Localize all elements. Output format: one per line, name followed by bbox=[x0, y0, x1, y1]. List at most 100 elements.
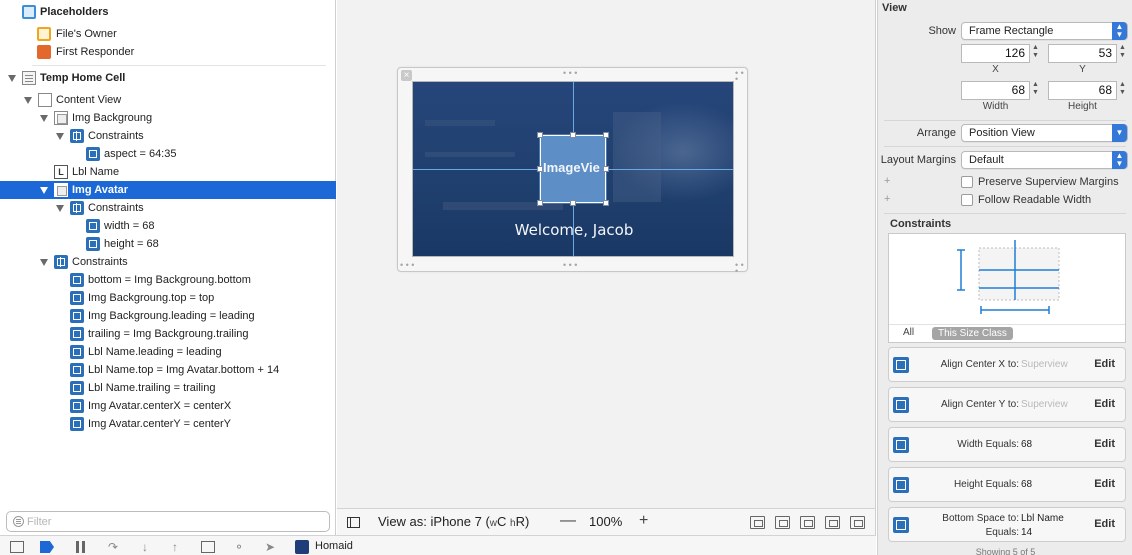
outline-label: Img Backgroung.leading = leading bbox=[88, 310, 255, 322]
add-variation-icon[interactable]: + bbox=[884, 175, 890, 187]
ib-canvas[interactable]: × • • • • • • • • • • • • • • • ImageVie bbox=[337, 0, 876, 508]
outline-content-view[interactable]: Content View bbox=[0, 91, 336, 109]
tab-this-size-class[interactable]: This Size Class bbox=[932, 327, 1013, 340]
zoom-in-button[interactable]: + bbox=[639, 512, 648, 530]
outline-filter[interactable] bbox=[6, 511, 330, 532]
outline-constraint[interactable]: Lbl Name.leading = leading bbox=[0, 343, 336, 361]
disclosure-triangle-icon[interactable] bbox=[56, 205, 64, 212]
follow-readable-width-checkbox[interactable] bbox=[961, 194, 973, 206]
disclosure-triangle-icon[interactable] bbox=[40, 187, 48, 194]
constraint-row-bottom-space[interactable]: Bottom Space to: Lbl Name Equals: 14 Edi… bbox=[888, 507, 1126, 542]
x-stepper[interactable]: ▲ ▼ bbox=[1031, 44, 1040, 63]
sidebar-toggle-icon[interactable] bbox=[347, 517, 360, 528]
view-as-device-button[interactable]: View as: iPhone 7 (wC hR) bbox=[378, 514, 529, 529]
img-backgroung[interactable]: ImageVie Welcome, Jacob bbox=[412, 81, 734, 257]
inspector-separator bbox=[884, 213, 1126, 214]
step-out-icon[interactable]: ↑ bbox=[168, 541, 182, 553]
edit-button[interactable]: Edit bbox=[1094, 398, 1115, 410]
resize-handle-icon[interactable]: • • • bbox=[735, 261, 747, 276]
outline-constraint[interactable]: Img Backgroung.leading = leading bbox=[0, 307, 336, 325]
disclosure-triangle-icon[interactable] bbox=[40, 115, 48, 122]
simulate-location-icon[interactable]: ➤ bbox=[263, 541, 277, 553]
outline-constraints-group[interactable]: Constraints bbox=[0, 199, 336, 217]
constraint-row-height[interactable]: Height Equals: 68 Edit bbox=[888, 467, 1126, 502]
edit-button[interactable]: Edit bbox=[1094, 478, 1115, 490]
resize-handle[interactable] bbox=[570, 132, 576, 138]
close-icon[interactable]: × bbox=[401, 70, 412, 81]
show-popup[interactable]: Frame Rectangle ▲ ▼ bbox=[961, 22, 1128, 40]
resize-handle[interactable] bbox=[537, 200, 543, 206]
outline-first-responder[interactable]: First Responder bbox=[0, 43, 336, 61]
outline-lbl-name[interactable]: L Lbl Name bbox=[0, 163, 336, 181]
height-field[interactable]: 68 bbox=[1048, 81, 1117, 100]
disclosure-triangle-icon[interactable] bbox=[40, 259, 48, 266]
resize-handle[interactable] bbox=[537, 132, 543, 138]
pause-icon[interactable] bbox=[74, 541, 88, 553]
step-into-icon[interactable]: ↓ bbox=[138, 541, 152, 553]
arrange-popup[interactable]: Position View ▼ bbox=[961, 124, 1128, 142]
resize-handle-icon[interactable]: • • • bbox=[563, 69, 577, 78]
outline-img-backgroung[interactable]: Img Backgroung bbox=[0, 109, 336, 127]
embed-in-stack-icon[interactable] bbox=[750, 516, 765, 529]
constraints-diagram[interactable]: All This Size Class bbox=[888, 233, 1126, 343]
resize-handle[interactable] bbox=[537, 166, 543, 172]
outline-constraint[interactable]: Img Avatar.centerY = centerY bbox=[0, 415, 336, 433]
cell-scene[interactable]: × • • • • • • • • • • • • • • • ImageVie bbox=[397, 67, 748, 276]
update-frames-icon[interactable] bbox=[775, 516, 790, 529]
constraint-row-center-x[interactable]: Align Center X to: Superview Edit bbox=[888, 347, 1126, 382]
add-variation-icon[interactable]: + bbox=[884, 193, 890, 205]
align-icon[interactable] bbox=[800, 516, 815, 529]
outline-constraint[interactable]: Img Backgroung.top = top bbox=[0, 289, 336, 307]
constraint-row-center-y[interactable]: Align Center Y to: Superview Edit bbox=[888, 387, 1126, 422]
disclosure-triangle-icon[interactable] bbox=[24, 97, 32, 104]
y-field[interactable]: 53 bbox=[1048, 44, 1117, 63]
outline-files-owner[interactable]: File's Owner bbox=[0, 25, 336, 43]
outline-constraint[interactable]: aspect = 64:35 bbox=[0, 145, 336, 163]
outline-temp-home-cell[interactable]: Temp Home Cell bbox=[0, 69, 336, 87]
resize-handle[interactable] bbox=[603, 166, 609, 172]
resize-handle-icon[interactable]: • • • bbox=[735, 69, 747, 84]
edit-button[interactable]: Edit bbox=[1094, 438, 1115, 450]
outline-constraint[interactable]: bottom = Img Backgroung.bottom bbox=[0, 271, 336, 289]
layout-margins-popup[interactable]: Default ▲ ▼ bbox=[961, 151, 1128, 169]
outline-constraint[interactable]: width = 68 bbox=[0, 217, 336, 235]
x-field[interactable]: 126 bbox=[961, 44, 1030, 63]
outline-constraint[interactable]: Lbl Name.trailing = trailing bbox=[0, 379, 336, 397]
hide-debug-area-icon[interactable] bbox=[10, 541, 24, 553]
preserve-superview-margins-checkbox[interactable] bbox=[961, 176, 973, 188]
resize-handle[interactable] bbox=[570, 200, 576, 206]
width-stepper[interactable]: ▲ ▼ bbox=[1031, 81, 1040, 100]
outline-constraints-group[interactable]: Constraints bbox=[0, 253, 336, 271]
disclosure-triangle-icon[interactable] bbox=[56, 133, 64, 140]
resize-handle[interactable] bbox=[603, 200, 609, 206]
edit-button[interactable]: Edit bbox=[1094, 358, 1115, 370]
outline-constraints-group[interactable]: Constraints bbox=[0, 127, 336, 145]
img-avatar[interactable]: ImageVie bbox=[540, 135, 606, 203]
outline-constraint[interactable]: height = 68 bbox=[0, 235, 336, 253]
outline-constraint[interactable]: trailing = Img Backgroung.trailing bbox=[0, 325, 336, 343]
resize-handle[interactable] bbox=[603, 132, 609, 138]
add-constraints-icon[interactable] bbox=[825, 516, 840, 529]
outline-constraint[interactable]: Lbl Name.top = Img Avatar.bottom + 14 bbox=[0, 361, 336, 379]
resize-handle-icon[interactable]: • • • bbox=[563, 261, 577, 270]
edit-button[interactable]: Edit bbox=[1094, 518, 1115, 530]
disclosure-triangle-icon[interactable] bbox=[8, 75, 16, 82]
outline-placeholders[interactable]: Placeholders bbox=[0, 3, 336, 21]
zoom-out-button[interactable]: — bbox=[560, 512, 576, 530]
resolve-issues-icon[interactable] bbox=[850, 516, 865, 529]
view-debugger-icon[interactable] bbox=[201, 541, 215, 553]
outline-img-avatar[interactable]: Img Avatar bbox=[0, 181, 336, 199]
filter-icon[interactable] bbox=[13, 516, 24, 527]
tab-all[interactable]: All bbox=[903, 327, 914, 338]
width-field[interactable]: 68 bbox=[961, 81, 1030, 100]
memory-graph-icon[interactable]: ⚬ bbox=[232, 541, 246, 553]
breakpoints-icon[interactable] bbox=[40, 541, 54, 553]
lbl-name[interactable]: Welcome, Jacob bbox=[413, 221, 733, 239]
resize-handle-icon[interactable]: • • • bbox=[400, 261, 414, 270]
y-stepper[interactable]: ▲ ▼ bbox=[1118, 44, 1127, 63]
filter-input[interactable] bbox=[27, 514, 317, 530]
constraint-row-width[interactable]: Width Equals: 68 Edit bbox=[888, 427, 1126, 462]
outline-constraint[interactable]: Img Avatar.centerX = centerX bbox=[0, 397, 336, 415]
step-over-icon[interactable]: ↷ bbox=[106, 541, 120, 553]
height-stepper[interactable]: ▲ ▼ bbox=[1118, 81, 1127, 100]
